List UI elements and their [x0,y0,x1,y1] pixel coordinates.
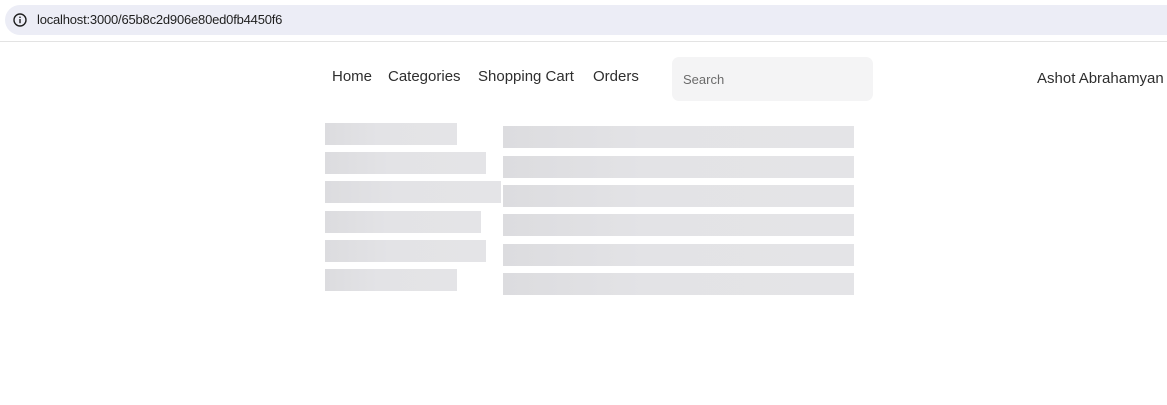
nav-link-shopping-cart[interactable]: Shopping Cart [478,68,574,85]
nav-link-categories[interactable]: Categories [388,68,461,85]
content-skeleton-line [503,156,854,178]
sidebar-skeleton-line [325,152,486,174]
sidebar-skeleton-line [325,240,486,262]
content-skeleton-line [503,185,854,207]
search-input[interactable] [672,57,873,101]
nav-link-home[interactable]: Home [332,68,372,85]
sidebar-skeleton-line [325,123,457,145]
url-text[interactable]: localhost:3000/65b8c2d906e80ed0fb4450f6 [37,12,282,27]
info-circle-icon[interactable] [13,13,27,27]
toolbar-divider [0,41,1167,42]
content-skeleton-line [503,126,854,148]
content-skeleton-line [503,244,854,266]
sidebar-skeleton-line [325,269,457,291]
address-bar[interactable]: localhost:3000/65b8c2d906e80ed0fb4450f6 [5,5,1167,35]
content-skeleton-line [503,214,854,236]
user-name[interactable]: Ashot Abrahamyan [1037,70,1164,87]
sidebar-skeleton-line [325,181,501,203]
content-skeleton-line [503,273,854,295]
sidebar-skeleton-line [325,211,481,233]
nav-link-orders[interactable]: Orders [593,68,639,85]
